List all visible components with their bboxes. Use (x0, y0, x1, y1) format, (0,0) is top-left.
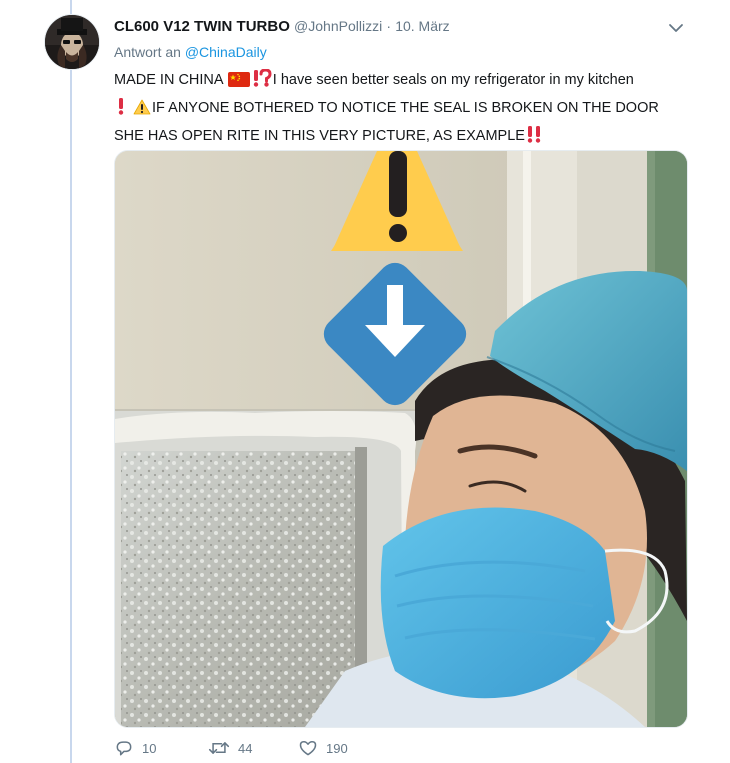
tweet-header: CL600 V12 TWIN TURBO @JohnPollizzi · 10.… (114, 18, 450, 35)
reply-mention-link[interactable]: @ChinaDaily (185, 44, 267, 60)
tweet-text: MADE IN CHINA I have seen better seals o… (114, 68, 684, 152)
separator-dot: · (386, 18, 392, 34)
warning-icon (133, 99, 151, 124)
double-exclamation-icon (526, 125, 542, 152)
like-button[interactable]: 190 (298, 738, 348, 758)
heart-icon (299, 741, 317, 756)
user-handle[interactable]: @JohnPollizzi (294, 18, 382, 34)
reply-prefix: Antwort an (114, 44, 181, 60)
reply-count: 10 (142, 740, 157, 756)
reply-icon (116, 741, 132, 756)
reply-button[interactable]: 10 (114, 738, 156, 758)
like-count: 190 (326, 740, 348, 756)
tweet-date[interactable]: 10. März (395, 18, 449, 34)
tweet-text-line-1: MADE IN CHINA I have seen better seals o… (114, 68, 684, 96)
avatar[interactable] (44, 14, 100, 70)
retweet-count: 44 (238, 740, 253, 756)
tweet-text-segment: IF ANYONE BOTHERED TO NOTICE THE SEAL IS… (152, 100, 659, 116)
retweet-icon (208, 742, 230, 754)
display-name[interactable]: CL600 V12 TWIN TURBO (114, 18, 290, 35)
retweet-button[interactable]: 44 (208, 738, 252, 758)
tweet-text-segment: I have seen better seals on my refrigera… (272, 72, 634, 88)
thread-line (70, 0, 72, 763)
exclamation-question-icon (252, 68, 272, 96)
photo-nurse-freezer (115, 151, 687, 727)
tweet-photo[interactable] (114, 150, 688, 728)
red-exclamation-icon (115, 97, 127, 124)
tweet-text-segment: SHE HAS OPEN RITE IN THIS VERY PICTURE, … (114, 128, 525, 144)
avatar-image (45, 15, 99, 69)
tweet-text-segment: MADE IN CHINA (114, 72, 223, 88)
tweet-text-line-3: SHE HAS OPEN RITE IN THIS VERY PICTURE, … (114, 124, 684, 152)
chevron-down-icon (669, 24, 683, 32)
tweet-text-line-2: IF ANYONE BOTHERED TO NOTICE THE SEAL IS… (114, 96, 684, 124)
china-flag-icon (227, 71, 250, 96)
reply-context: Antwort an @ChinaDaily (114, 44, 267, 60)
more-options-button[interactable] (664, 16, 688, 40)
